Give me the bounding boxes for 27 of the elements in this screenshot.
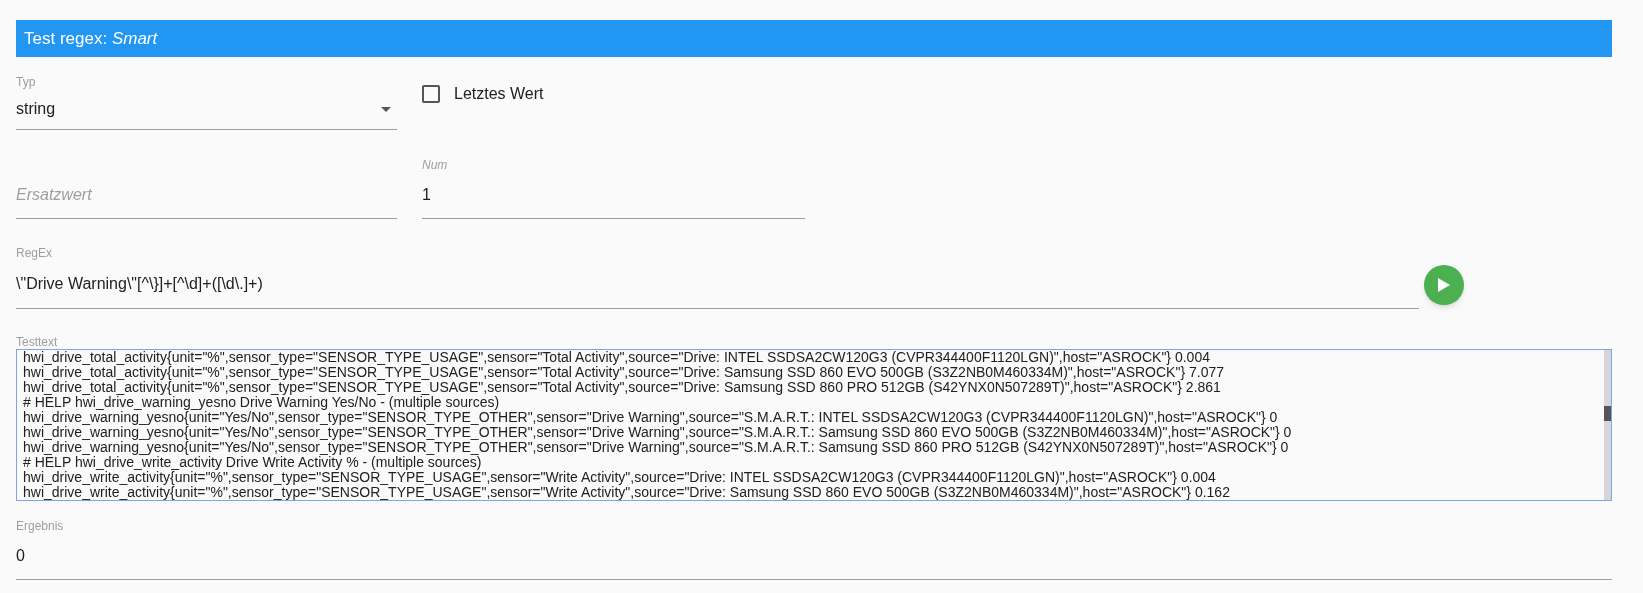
ersatzwert-field[interactable]: Ersatzwert (16, 172, 397, 219)
text-line: hwi_drive_write_activity{unit="%",sensor_type="SENSOR_TYPE_USAGE",sensor="Write Activity",source="Drive: Samsung SSD 860 EVO 500GB (S3Z2NB0M460334M)",host="ASROCK"} 0.162 (23, 485, 1230, 500)
result-value: 0 (16, 546, 25, 566)
text-line: # HELP hwi_drive_warning_yesno Drive Warning Yes/No - (multiple sources) (23, 395, 500, 410)
text-line: hwi_drive_write_activity{unit="%",sensor_type="SENSOR_TYPE_USAGE",sensor="Write Activity",source="Drive: INTEL SSDSA2CW120G3 (CVPR344400F1120LGN)",host="ASROCK"} 0.004 (23, 470, 1216, 485)
run-button[interactable] (1424, 265, 1464, 305)
field-label: Typ (16, 74, 36, 89)
checkbox[interactable] (422, 85, 440, 103)
scrollbar-thumb[interactable] (1604, 406, 1611, 421)
text-line: hwi_drive_warning_yesno{unit="Yes/No",sensor_type="SENSOR_TYPE_OTHER",sensor="Drive Warning",source="S.M.A.R.T.: Samsung SSD 860 PRO 512GB (S42YNX0N507289T)",host="ASROCK"} 0 (23, 440, 1289, 455)
play-icon (1438, 278, 1450, 292)
text-line: hwi_drive_total_activity{unit="%",sensor_type="SENSOR_TYPE_USAGE",sensor="Total Activity",source="Drive: Samsung SSD 860 PRO 512GB (S42YNX0N507289T)",host="ASROCK"} 2.861 (23, 380, 1221, 395)
checkbox-label: Letztes Wert (454, 85, 544, 103)
field-label: Ergebnis (16, 518, 64, 533)
field-label: RegEx (16, 245, 53, 260)
regex-field[interactable]: \"Drive Warning\"[^\}]+[^\d]+([\d\.]+) (16, 260, 1419, 309)
type-select[interactable]: string (16, 89, 397, 130)
text-line: hwi_drive_total_activity{unit="%",sensor_type="SENSOR_TYPE_USAGE",sensor="Total Activity",source="Drive: INTEL SSDSA2CW120G3 (CVPR344400F1120LGN)",host="ASROCK"} 0.004 (23, 350, 1210, 365)
text-line: hwi_drive_total_activity{unit="%",sensor_type="SENSOR_TYPE_USAGE",sensor="Total Activity",source="Drive: Samsung SSD 860 EVO 500GB (S3Z2NB0M460334M)",host="ASROCK"} 7.077 (23, 365, 1224, 380)
text-line: # HELP hwi_drive_write_activity Drive Write Activity % - (multiple sources) (23, 455, 482, 470)
text-line: hwi_drive_warning_yesno{unit="Yes/No",sensor_type="SENSOR_TYPE_OTHER",sensor="Drive Warning",source="S.M.A.R.T.: INTEL SSDSA2CW120G3 (CVPR344400F1120LGN)",host="ASROCK"} 0 (23, 410, 1278, 425)
field-label: Num (422, 157, 448, 172)
num-field[interactable]: 1 (422, 172, 805, 219)
text-line: hwi_drive_warning_yesno{unit="Yes/No",sensor_type="SENSOR_TYPE_OTHER",sensor="Drive Warning",source="S.M.A.R.T.: Samsung SSD 860 EVO 500GB (S3Z2NB0M460334M)",host="ASROCK"} 0 (23, 425, 1292, 440)
field-label: Testtext (16, 335, 58, 349)
dropdown-caret-icon (381, 106, 391, 112)
dialog-header: Test regex: Smart (16, 20, 1612, 57)
